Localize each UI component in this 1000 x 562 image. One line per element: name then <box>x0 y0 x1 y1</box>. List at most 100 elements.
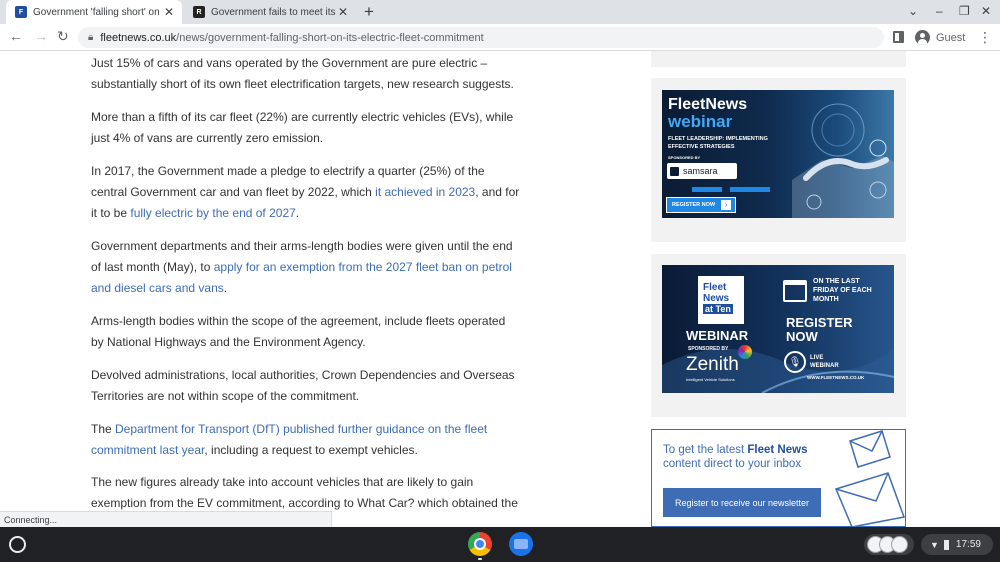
chrome-center-icon <box>474 538 486 550</box>
launcher-icon[interactable] <box>9 536 26 553</box>
shelf: ▼ 17:59 <box>0 527 1000 562</box>
article-text: , including a request to exempt vehicles… <box>204 443 418 458</box>
profile-label: Guest <box>936 31 966 44</box>
browser-toolbar: ← → ↻ 🔒︎ fleetnews.co.uk /news/governmen… <box>0 24 1000 51</box>
chrome-app-icon[interactable] <box>468 532 492 556</box>
fleetnews-at-ten-logo: Fleet News at Ten <box>698 276 744 324</box>
running-indicator <box>478 558 482 560</box>
newsletter-brand: Fleet News <box>747 444 808 456</box>
sidebar-ad-block: FleetNews webinar FLEET LEADERSHIP: IMPL… <box>651 78 906 242</box>
logo-line: at Ten <box>703 304 733 314</box>
fleetnews-at-ten-ad[interactable]: Fleet News at Ten WEBINAR SPONSORED BY Z… <box>662 265 894 393</box>
files-app-icon[interactable] <box>509 532 533 556</box>
register-now-label: REGISTER NOW <box>672 202 716 208</box>
close-icon[interactable]: ✕ <box>162 5 176 19</box>
microphone-icon: 🎙︎ <box>784 351 806 373</box>
article-paragraph: In 2017, the Government made a pledge to… <box>91 161 521 225</box>
ad-sponsored-by: SPONSORED BY <box>668 155 701 160</box>
samsara-wordmark: samsara <box>683 166 718 176</box>
webinar-ad[interactable]: FleetNews webinar FLEET LEADERSHIP: IMPL… <box>662 90 894 218</box>
ad-site-url: WWW.FLEETNEWS.CO.UK <box>807 375 865 380</box>
newsletter-box: To get the latest Fleet News content dir… <box>651 429 906 527</box>
sidebar-block <box>651 51 906 67</box>
register-heading: NOW <box>786 329 818 344</box>
reload-icon[interactable]: ↻ <box>57 28 69 45</box>
article-paragraph: Devolved administrations, local authorit… <box>91 365 521 407</box>
tab-title: Government fails to meet its own <box>211 6 336 18</box>
close-icon[interactable]: ✕ <box>336 5 350 19</box>
article-text: More than a fifth of its car fleet (22%)… <box>91 110 514 146</box>
fleetnews-favicon-icon: F <box>15 6 27 18</box>
schedule-line: ON THE LAST <box>813 278 860 285</box>
folder-icon <box>514 539 528 549</box>
article-text: Arms-length bodies within the scope of t… <box>91 314 506 350</box>
logo-line: Fleet <box>703 282 727 293</box>
schedule-line: FRIDAY OF EACH <box>813 287 872 294</box>
zenith-tagline: Intelligent Vehicle Solutions <box>686 377 735 382</box>
article-link[interactable]: it achieved in 2023 <box>375 185 475 199</box>
article-link[interactable]: fully electric by the end of 2027 <box>130 206 295 220</box>
back-arrow-icon[interactable]: ← <box>9 28 23 44</box>
article-text: The <box>91 422 116 436</box>
clock-time: 17:59 <box>955 539 981 550</box>
r-favicon-icon: R <box>193 6 205 18</box>
calendar-icon <box>783 280 807 302</box>
minimize-icon[interactable]: – <box>936 4 943 18</box>
register-heading: REGISTER <box>786 315 853 330</box>
ad-webinar-label: webinar <box>668 112 733 131</box>
status-bubble: Connecting... <box>0 511 332 527</box>
status-tray[interactable]: ▼ 17:59 <box>921 534 993 555</box>
article-paragraph: Just 15% of cars and vans operated by th… <box>91 53 521 95</box>
article-paragraph: More than a fifth of its car fleet (22%)… <box>91 107 521 149</box>
arrow-right-icon: › <box>721 200 732 210</box>
article-paragraph: Government departments and their arms-le… <box>91 236 521 300</box>
time-pill <box>730 187 770 192</box>
wifi-icon: ▼ <box>930 539 939 550</box>
logo-line: News <box>703 293 730 304</box>
tab-search-chevron-icon[interactable]: ⌄ <box>908 4 918 18</box>
webinar-heading: WEBINAR <box>686 328 749 343</box>
live-label: LIVE <box>810 355 824 361</box>
article-text: . <box>295 206 300 221</box>
zenith-wordmark: Zenith <box>686 354 739 375</box>
avatar-icon <box>915 30 930 45</box>
register-now-button[interactable]: REGISTER NOW › <box>666 197 736 213</box>
profile-button[interactable]: Guest <box>912 27 974 48</box>
newsletter-text-after: content direct to your inbox <box>663 458 802 470</box>
menu-dots-icon[interactable]: ⋮ <box>976 27 994 48</box>
envelope-icon <box>834 430 906 527</box>
close-window-icon[interactable]: ✕ <box>981 4 991 18</box>
tab-what-car[interactable]: R Government fails to meet its own ✕ <box>184 0 356 24</box>
restore-icon[interactable]: ❐ <box>959 4 970 18</box>
forward-arrow-icon[interactable]: → <box>34 28 48 44</box>
battery-icon <box>943 539 949 550</box>
live-label: WEBINAR <box>810 363 839 369</box>
thumbnail-icon <box>891 536 908 553</box>
new-tab-button[interactable]: + <box>364 2 374 22</box>
newsletter-register-button[interactable]: Register to receive our newsletter <box>663 488 821 517</box>
side-panel-icon[interactable] <box>893 31 904 43</box>
holding-space-tray[interactable] <box>864 534 914 555</box>
ad-sponsored-by: SPONSORED BY <box>688 346 729 352</box>
newsletter-text: To get the latest Fleet News content dir… <box>663 443 833 471</box>
ad-subtitle-line: FLEET LEADERSHIP: IMPLEMENTING <box>668 136 768 142</box>
article-text: Devolved administrations, local authorit… <box>91 368 515 404</box>
tab-strip: F Government 'falling short' on its ✕ R … <box>0 0 1000 24</box>
samsara-logo: samsara <box>667 163 737 179</box>
newsletter-text-before: To get the latest <box>663 444 748 456</box>
sidebar-ad-block: Fleet News at Ten WEBINAR SPONSORED BY Z… <box>651 254 906 417</box>
url-host: fleetnews.co.uk <box>100 31 177 44</box>
samsara-logo-icon <box>670 166 679 176</box>
article-paragraph: The Department for Transport (DfT) publi… <box>91 419 521 461</box>
article-text: . <box>223 281 228 296</box>
tab-fleetnews[interactable]: F Government 'falling short' on its ✕ <box>6 0 182 24</box>
address-bar[interactable]: 🔒︎ fleetnews.co.uk /news/government-fall… <box>78 27 884 48</box>
date-pill <box>692 187 722 192</box>
site-info-icon[interactable]: 🔒︎ <box>88 32 93 43</box>
article-text: Just 15% of cars and vans operated by th… <box>91 56 514 92</box>
tab-title: Government 'falling short' on its <box>33 6 162 18</box>
handshake-graphic-icon <box>792 103 894 218</box>
article-paragraph: Arms-length bodies within the scope of t… <box>91 311 521 353</box>
schedule-line: MONTH <box>813 296 839 303</box>
ad-subtitle-line: EFFECTIVE STRATEGIES <box>668 144 735 150</box>
